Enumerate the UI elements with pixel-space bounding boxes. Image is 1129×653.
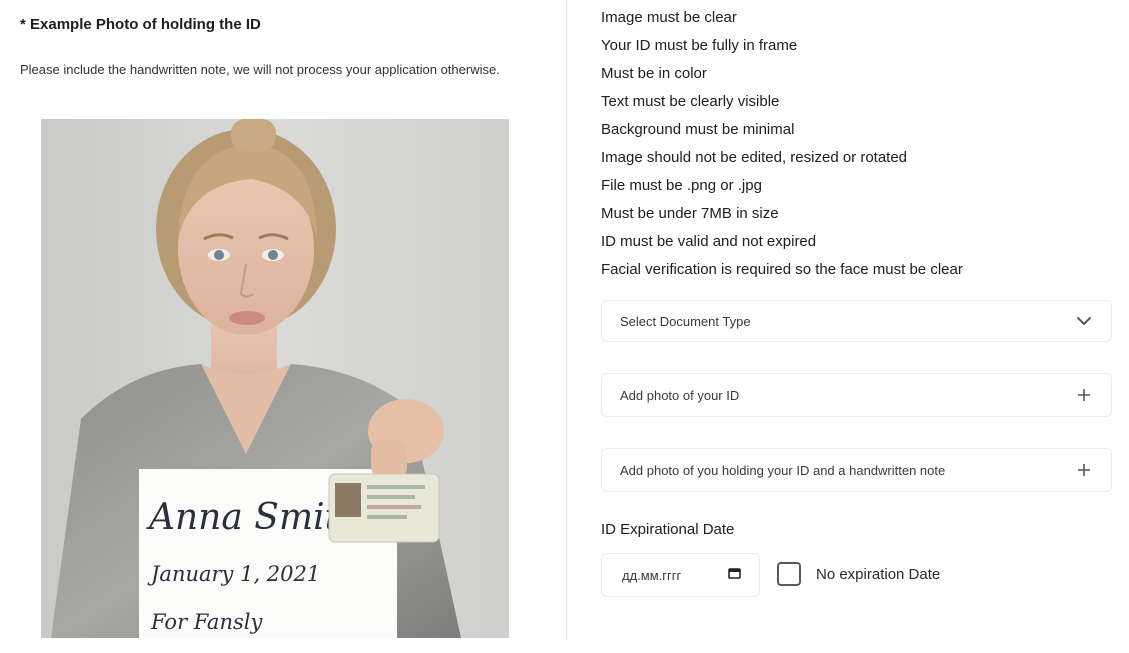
add-holding-photo-button[interactable]: Add photo of you holding your ID and a h… [601,448,1112,492]
requirement-item: Text must be clearly visible [601,93,780,110]
add-holding-photo-label: Add photo of you holding your ID and a h… [620,462,946,478]
panel-divider [566,0,567,640]
requirement-item: Facial verification is required so the f… [601,261,963,278]
example-photo: Anna Smith January 1, 2021 For Fansly [41,119,509,638]
requirement-item: Image should not be edited, resized or r… [601,149,908,166]
requirement-item: Image must be clear [601,9,737,26]
plus-icon [1075,461,1093,479]
document-type-label: Select Document Type [620,313,751,329]
no-expiration-label: No expiration Date [816,565,941,583]
example-title: * Example Photo of holding the ID [20,16,261,33]
chevron-down-icon [1075,312,1093,330]
document-type-select[interactable]: Select Document Type [601,300,1112,342]
expiration-date-label: ID Expirational Date [601,521,735,538]
requirement-item: Background must be minimal [601,121,795,138]
plus-icon [1075,386,1093,404]
photo-note-line3: For Fansly [150,610,263,634]
requirement-item: File must be .png or .jpg [601,177,762,194]
no-expiration-checkbox[interactable] [777,562,801,586]
calendar-icon[interactable] [728,566,741,584]
requirement-item: ID must be valid and not expired [601,233,817,250]
photo-note-date: January 1, 2021 [147,562,320,586]
requirement-item: Must be in color [601,65,707,82]
add-id-photo-label: Add photo of your ID [620,387,740,403]
expiration-date-input[interactable]: дд.мм.гггг [601,553,760,597]
requirements-list: Image must be clear Your ID must be full… [601,4,963,284]
requirement-item: Must be under 7MB in size [601,205,779,222]
example-panel: * Example Photo of holding the ID Please… [0,0,560,653]
expiration-date-placeholder: дд.мм.гггг [622,567,682,583]
add-id-photo-button[interactable]: Add photo of your ID [601,373,1112,417]
example-note: Please include the handwritten note, we … [20,62,500,77]
requirement-item: Your ID must be fully in frame [601,37,798,54]
no-expiration-option[interactable]: No expiration Date [777,562,940,586]
